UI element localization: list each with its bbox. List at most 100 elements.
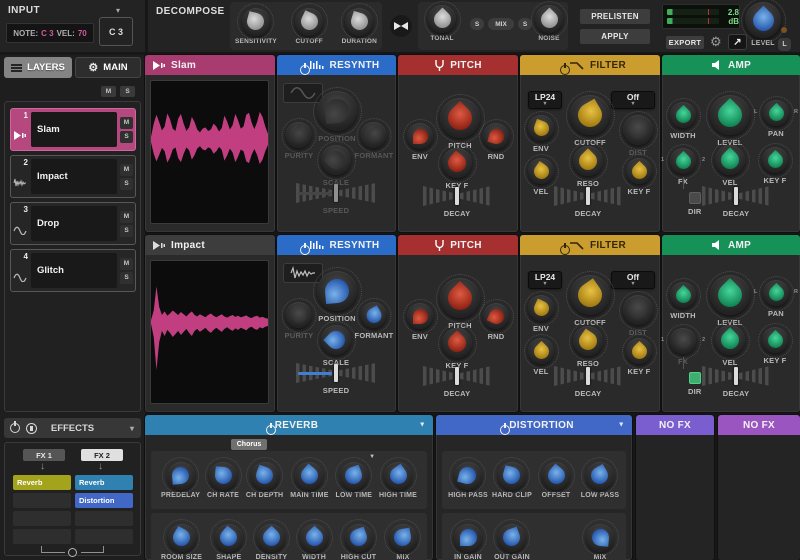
chorus-chip[interactable]: Chorus bbox=[231, 439, 267, 450]
power-icon[interactable] bbox=[300, 245, 310, 255]
fx-send-knob[interactable] bbox=[670, 328, 696, 354]
formant-knob[interactable] bbox=[361, 122, 387, 148]
env-knob[interactable] bbox=[407, 123, 433, 149]
layer-solo-button[interactable]: S bbox=[120, 225, 133, 237]
layer-item-impact[interactable]: 2 Impact M S bbox=[10, 155, 136, 198]
width-knob[interactable] bbox=[670, 102, 696, 128]
vel-knob[interactable] bbox=[528, 338, 554, 364]
in-gain-knob[interactable] bbox=[454, 524, 482, 552]
hard-clip-knob[interactable] bbox=[498, 462, 526, 490]
layer-mute-button[interactable]: M bbox=[120, 164, 133, 176]
layer-mute-button[interactable]: M bbox=[120, 211, 133, 223]
effects-power-icon[interactable] bbox=[10, 423, 20, 433]
amp-keyf-knob[interactable] bbox=[762, 147, 788, 173]
key-trigger-button[interactable]: C 3 bbox=[99, 17, 133, 46]
fx2-slot-distortion[interactable]: Distortion bbox=[75, 493, 133, 508]
cutoff-knob[interactable] bbox=[570, 275, 610, 315]
amp-level-knob[interactable] bbox=[710, 95, 750, 135]
noise-knob[interactable] bbox=[535, 5, 563, 33]
dist-knob[interactable] bbox=[623, 295, 653, 325]
decay-slider[interactable] bbox=[702, 186, 770, 206]
power-icon[interactable] bbox=[300, 65, 310, 75]
layer-mute-button[interactable]: M bbox=[120, 258, 133, 270]
fx-send-knob[interactable] bbox=[670, 148, 696, 174]
no-fx-header[interactable]: NO FX bbox=[718, 415, 800, 435]
decay-slider[interactable] bbox=[423, 366, 491, 386]
layer-item-glitch[interactable]: 4 Glitch M S bbox=[10, 249, 136, 292]
cutoff-knob[interactable] bbox=[570, 95, 610, 135]
fx2-slot-reverb[interactable]: Reverb bbox=[75, 475, 133, 490]
effects-dropdown-icon[interactable]: ▾ bbox=[130, 424, 134, 433]
fx1-slot-empty[interactable] bbox=[13, 493, 71, 508]
tonal-knob[interactable] bbox=[428, 5, 456, 33]
fx1-slot-empty[interactable] bbox=[13, 529, 71, 544]
filter-env-knob[interactable] bbox=[528, 295, 554, 321]
decay-slider[interactable] bbox=[554, 366, 622, 386]
dir-button[interactable] bbox=[689, 192, 701, 204]
scale-knob[interactable] bbox=[321, 325, 351, 355]
effects-bypass-icon[interactable] bbox=[26, 423, 37, 434]
filter-dist-dropdown[interactable]: Off ▼ bbox=[611, 271, 655, 289]
level-knob[interactable] bbox=[745, 2, 781, 38]
impact-header[interactable]: Impact bbox=[145, 235, 275, 255]
reso-knob[interactable] bbox=[573, 326, 603, 356]
purity-knob[interactable] bbox=[286, 122, 312, 148]
global-solo-button[interactable]: S bbox=[120, 86, 135, 97]
no-fx-header[interactable]: NO FX bbox=[636, 415, 714, 435]
amp-vel-knob[interactable] bbox=[715, 325, 745, 355]
filter-type-dropdown[interactable]: LP24 ▼ bbox=[528, 271, 562, 289]
layer-mute-button[interactable]: M bbox=[120, 117, 133, 129]
ch-depth-knob[interactable] bbox=[251, 462, 279, 490]
high-cut-knob[interactable] bbox=[345, 524, 373, 552]
tab-main[interactable]: ⚙ MAIN bbox=[75, 57, 141, 78]
rnd-knob[interactable] bbox=[483, 303, 509, 329]
ch-rate-knob[interactable] bbox=[209, 462, 237, 490]
dir-button[interactable] bbox=[689, 372, 701, 384]
reso-knob[interactable] bbox=[573, 146, 603, 176]
input-dropdown-icon[interactable]: ▾ bbox=[116, 6, 120, 15]
filter-keyf-knob[interactable] bbox=[626, 338, 652, 364]
room-size-knob[interactable] bbox=[168, 524, 196, 552]
chevron-down-icon[interactable]: ▼ bbox=[419, 422, 426, 429]
speed-slider[interactable] bbox=[296, 183, 376, 203]
env-knob[interactable] bbox=[407, 303, 433, 329]
noise-solo-button[interactable]: S bbox=[518, 18, 532, 30]
layer-item-slam[interactable]: 1 Slam M S bbox=[10, 108, 136, 151]
reverb-mix-knob[interactable] bbox=[389, 524, 417, 552]
export-gear-icon[interactable]: ⚙ bbox=[710, 35, 722, 48]
main-time-knob[interactable] bbox=[295, 462, 323, 490]
formant-knob[interactable] bbox=[361, 302, 387, 328]
power-icon[interactable] bbox=[560, 65, 570, 75]
low-time-knob[interactable] bbox=[340, 462, 368, 490]
limiter-button[interactable]: L bbox=[778, 38, 791, 51]
rnd-knob[interactable] bbox=[483, 123, 509, 149]
fx2-slot-empty[interactable] bbox=[75, 511, 133, 526]
high-time-knob[interactable] bbox=[384, 462, 412, 490]
amp-vel-knob[interactable] bbox=[715, 145, 745, 175]
pan-knob[interactable] bbox=[763, 280, 789, 306]
fx1-label[interactable]: FX 1 bbox=[23, 449, 65, 461]
purity-knob[interactable] bbox=[286, 302, 312, 328]
decay-slider[interactable] bbox=[554, 186, 622, 206]
duration-knob[interactable] bbox=[345, 8, 373, 36]
vel-knob[interactable] bbox=[528, 158, 554, 184]
pitch-knob[interactable] bbox=[440, 278, 480, 318]
tab-layers[interactable]: LAYERS bbox=[4, 57, 72, 78]
layer-solo-button[interactable]: S bbox=[120, 131, 133, 143]
pitch-knob[interactable] bbox=[440, 98, 480, 138]
power-icon[interactable] bbox=[500, 425, 510, 435]
high-pass-knob[interactable] bbox=[454, 462, 482, 490]
fx2-slot-empty[interactable] bbox=[75, 529, 133, 544]
key-follow-knob[interactable] bbox=[442, 148, 472, 178]
sensitivity-knob[interactable] bbox=[242, 8, 270, 36]
position-knob[interactable] bbox=[317, 91, 357, 131]
global-mute-button[interactable]: M bbox=[101, 86, 116, 97]
scale-knob[interactable] bbox=[321, 145, 351, 175]
low-pass-knob[interactable] bbox=[586, 462, 614, 490]
reverb-width-knob[interactable] bbox=[300, 524, 328, 552]
dist-knob[interactable] bbox=[623, 115, 653, 145]
slam-header[interactable]: Slam bbox=[145, 55, 275, 75]
speed-slider[interactable] bbox=[296, 363, 376, 383]
out-gain-knob[interactable] bbox=[498, 524, 526, 552]
chevron-down-icon[interactable]: ▼ bbox=[369, 454, 375, 460]
